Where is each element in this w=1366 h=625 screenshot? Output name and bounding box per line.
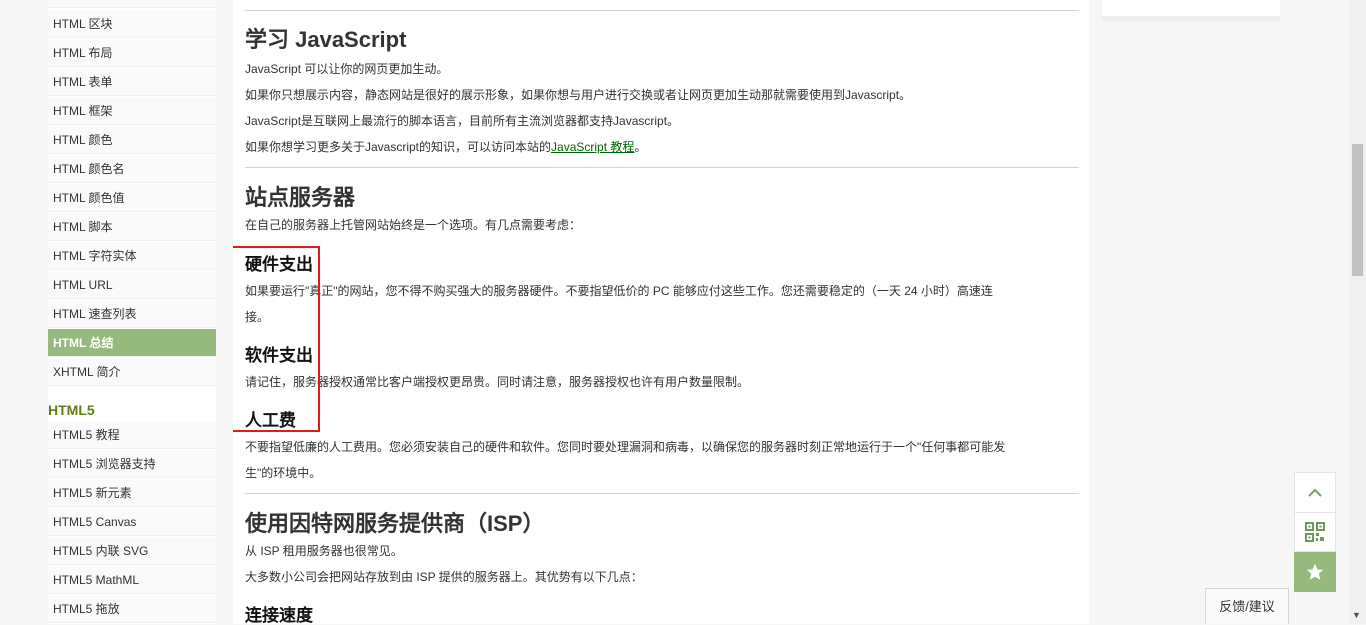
sidebar-item-html5-browsers[interactable]: HTML5 浏览器支持	[48, 450, 216, 478]
sidebar-item-html5-tutorial[interactable]: HTML5 教程	[48, 421, 216, 449]
sidebar-item-html-entities[interactable]: HTML 字符实体	[48, 242, 216, 270]
paragraph: JavaScript是互联网上最流行的脚本语言，目前所有主流浏览器都支持Java…	[245, 114, 680, 128]
paragraph: 如果要运行"真正"的网站，您不得不购买强大的服务器硬件。不要指望低价的 PC 能…	[245, 284, 993, 298]
scrollbar-track[interactable]	[1349, 0, 1366, 624]
sidebar-item-html-block[interactable]: HTML 区块	[48, 10, 216, 38]
heading-isp: 使用因特网服务提供商（ISP）	[245, 511, 545, 536]
scroll-down-arrow-icon[interactable]: ▼	[1352, 610, 1361, 620]
right-sidebar	[1102, 0, 1280, 21]
heading-learn-javascript: 学习 JavaScript	[245, 27, 407, 52]
highlight-annotation-box	[233, 246, 320, 432]
paragraph: JavaScript 可以让你的网页更加生动。	[245, 62, 449, 76]
sidebar-item-html-colornames[interactable]: HTML 颜色名	[48, 155, 216, 183]
sidebar-item-html5-dragdrop[interactable]: HTML5 拖放	[48, 595, 216, 623]
chevron-up-icon	[1308, 488, 1322, 497]
star-icon	[1306, 563, 1324, 580]
qrcode-button[interactable]	[1294, 512, 1336, 552]
paragraph: 大多数小公司会把网站存放到由 ISP 提供的服务器上。其优势有以下几点：	[245, 570, 643, 584]
heading-connection-speed: 连接速度	[245, 606, 313, 624]
sidebar-item-xhtml-intro[interactable]: XHTML 简介	[48, 358, 216, 386]
paragraph: 请记住，服务器授权通常比客户端授权更昂贵。同时请注意，服务器授权也许有用户数量限…	[245, 375, 750, 389]
sidebar-item-html-colorvalues[interactable]: HTML 颜色值	[48, 184, 216, 212]
paragraph: 从 ISP 租用服务器也很常见。	[245, 544, 403, 558]
sidebar-item-html5-mathml[interactable]: HTML5 MathML	[48, 566, 216, 594]
main-content: 学习 JavaScript JavaScript 可以让你的网页更加生动。 如果…	[233, 0, 1089, 624]
sidebar-item-html-quicklist[interactable]: HTML 速查列表	[48, 300, 216, 328]
paragraph: 如果你想学习更多关于Javascript的知识，可以访问本站的JavaScrip…	[245, 134, 646, 160]
back-to-top-button[interactable]	[1294, 472, 1336, 514]
sidebar-item-html5-svg[interactable]: HTML5 内联 SVG	[48, 537, 216, 565]
sidebar-section-html5: HTML5	[48, 397, 216, 423]
sidebar-item-html-layout[interactable]: HTML 布局	[48, 39, 216, 67]
heading-site-server: 站点服务器	[245, 185, 356, 210]
sidebar-item-html-summary[interactable]: HTML 总结	[48, 329, 216, 357]
sidebar-item-html5-newelements[interactable]: HTML5 新元素	[48, 479, 216, 507]
sidebar-item-html-scripts[interactable]: HTML 脚本	[48, 213, 216, 241]
sidebar-item-html5-canvas[interactable]: HTML5 Canvas	[48, 508, 216, 536]
divider	[245, 493, 1079, 494]
javascript-tutorial-link[interactable]: JavaScript 教程	[551, 140, 634, 154]
paragraph: 如果你只想展示内容，静态网站是很好的展示形象，如果你想与用户进行交换或者让网页更…	[245, 88, 912, 102]
paragraph: 不要指望低廉的人工费用。您必须安装自己的硬件和软件。您同时要处理漏洞和病毒，以确…	[245, 440, 1006, 454]
sidebar-item[interactable]: HTML 实例	[48, 0, 216, 8]
paragraph-text: 如果你想学习更多关于Javascript的知识，可以访问本站的	[245, 140, 552, 154]
sidebar-item-html-colors[interactable]: HTML 颜色	[48, 126, 216, 154]
paragraph: 生"的环境中。	[245, 466, 322, 480]
paragraph: 在自己的服务器上托管网站始终是一个选项。有几点需要考虑：	[245, 218, 582, 232]
qrcode-icon	[1305, 522, 1325, 542]
sidebar-item-html-url[interactable]: HTML URL	[48, 271, 216, 299]
favorite-button[interactable]	[1294, 552, 1336, 592]
paragraph-text: 。	[634, 140, 647, 154]
scrollbar-thumb[interactable]	[1352, 144, 1363, 276]
divider	[245, 167, 1079, 168]
sidebar-item-html-forms[interactable]: HTML 表单	[48, 68, 216, 96]
sidebar-item-html-frames[interactable]: HTML 框架	[48, 97, 216, 125]
feedback-button[interactable]: 反馈/建议	[1205, 588, 1289, 624]
sidebar-nav: HTML 实例 HTML 区块 HTML 布局 HTML 表单 HTML 框架 …	[48, 0, 216, 624]
divider	[245, 10, 1079, 11]
